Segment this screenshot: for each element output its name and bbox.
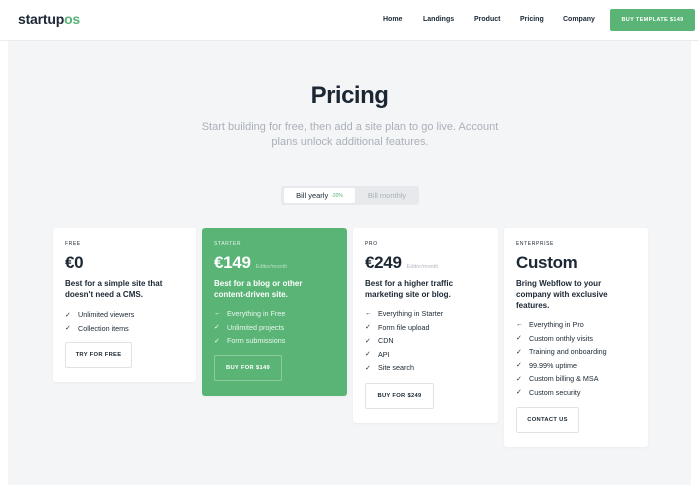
- buy-starter-button[interactable]: BUY FOR $149: [214, 355, 282, 381]
- nav-link-product[interactable]: Product: [474, 16, 500, 23]
- plan-card-pro: PRO €249 Editor/month Best for a higher …: [353, 228, 498, 423]
- feature-text: Collection items: [78, 323, 129, 333]
- check-icon: ✓: [65, 325, 71, 333]
- check-icon: ✓: [214, 324, 220, 332]
- arrow-left-icon: ←: [214, 310, 221, 318]
- plan-price: €249: [365, 253, 402, 272]
- check-icon: ✓: [214, 337, 220, 345]
- feature-item: ✓ Site search: [365, 361, 443, 375]
- feature-item: ← Everything in Pro: [516, 318, 607, 332]
- feature-text: CDN: [378, 336, 394, 346]
- page-subtitle: Start building for free, then add a site…: [201, 121, 499, 148]
- contact-us-button[interactable]: CONTACT US: [516, 407, 579, 433]
- feature-list: ← Everything in Starter ✓ Form file upload…: [365, 307, 443, 375]
- feature-text: Custom onthly visits: [529, 333, 593, 343]
- check-icon: ✓: [516, 348, 522, 356]
- feature-text: Everything in Starter: [378, 309, 444, 319]
- price-row: €149 Editor/month: [214, 253, 287, 273]
- feature-item: ✓ API: [365, 348, 443, 362]
- plan-description: Best for a higher traffic marketing site…: [365, 279, 454, 299]
- feature-list: ✓ Unlimited viewers ✓ Collection items: [65, 308, 134, 335]
- logo-main-text: startup: [18, 11, 65, 27]
- logo-accent-text: os: [64, 11, 81, 27]
- feature-text: 99.99% uptime: [529, 360, 577, 370]
- feature-text: Unlimited viewers: [78, 310, 135, 320]
- bill-monthly-option[interactable]: Bill monthly: [361, 188, 413, 203]
- check-icon: ✓: [365, 337, 371, 345]
- check-icon: ✓: [516, 389, 522, 397]
- feature-item: ✓ Custom billing & MSA: [516, 372, 607, 386]
- check-icon: ✓: [516, 362, 522, 370]
- feature-text: API: [378, 349, 390, 359]
- price-unit: Editor/month: [255, 264, 288, 270]
- billing-toggle: Bill yearly -20% Bill monthly: [281, 186, 419, 205]
- feature-item: ✓ 99.99% uptime: [516, 359, 607, 373]
- plan-tier: PRO: [365, 241, 378, 247]
- plan-price: Custom: [516, 253, 578, 272]
- feature-item: ✓ Custom onthly visits: [516, 332, 607, 346]
- price-row: Custom: [516, 253, 578, 273]
- page-title: Pricing: [310, 82, 389, 109]
- bill-yearly-label: Bill yearly: [296, 191, 329, 200]
- nav-link-company[interactable]: Company: [563, 16, 595, 23]
- feature-item: ✓ Unlimited projects: [214, 321, 285, 335]
- logo[interactable]: startupos: [18, 11, 80, 27]
- feature-item: ✓ Training and onboarding: [516, 345, 607, 359]
- feature-item: ✓ CDN: [365, 334, 443, 348]
- arrow-left-icon: ←: [516, 321, 523, 329]
- feature-item: ✓ Unlimited viewers: [65, 308, 134, 322]
- discount-badge: -20%: [331, 192, 343, 199]
- feature-list: ← Everything in Free ✓ Unlimited projects …: [214, 307, 285, 348]
- feature-list: ← Everything in Pro ✓ Custom onthly visits…: [516, 318, 607, 399]
- bill-yearly-option[interactable]: Bill yearly -20%: [284, 188, 355, 203]
- plan-card-starter: STARTER €149 Editor/month Best for a blo…: [202, 228, 347, 396]
- nav-link-pricing[interactable]: Pricing: [520, 16, 544, 23]
- plan-description: Best for a simple site that doesn't need…: [65, 279, 163, 299]
- feature-text: Everything in Free: [227, 309, 286, 319]
- price-row: €249 Editor/month: [365, 253, 438, 273]
- check-icon: ✓: [516, 335, 522, 343]
- plan-card-enterprise: ENTERPRISE Custom Bring Webflow to your …: [504, 228, 648, 447]
- feature-text: Unlimited projects: [227, 322, 285, 332]
- feature-text: Form submissions: [227, 336, 286, 346]
- feature-text: Site search: [378, 363, 414, 373]
- plan-price: €149: [214, 253, 251, 272]
- feature-text: Form file upload: [378, 322, 430, 332]
- feature-item: ← Everything in Starter: [365, 307, 443, 321]
- buy-pro-button[interactable]: BUY FOR $249: [365, 383, 434, 409]
- price-unit: Editor/month: [406, 264, 439, 270]
- buy-template-button[interactable]: BUY TEMPLATE $149: [610, 9, 695, 31]
- top-navbar: startupos Home Landings Product Pricing …: [0, 0, 699, 41]
- plan-card-free: FREE €0 Best for a simple site that does…: [53, 228, 196, 382]
- feature-item: ✓ Collection items: [65, 322, 134, 336]
- feature-text: Training and onboarding: [529, 347, 607, 357]
- check-icon: ✓: [516, 375, 522, 383]
- check-icon: ✓: [365, 351, 371, 359]
- plan-tier: ENTERPRISE: [516, 241, 554, 247]
- feature-text: Custom billing & MSA: [529, 374, 599, 384]
- arrow-left-icon: ←: [365, 310, 372, 318]
- plan-description: Best for a blog or other content-driven …: [214, 279, 303, 299]
- feature-item: ← Everything in Free: [214, 307, 285, 321]
- nav-link-home[interactable]: Home: [383, 16, 402, 23]
- price-row: €0: [65, 253, 84, 273]
- feature-item: ✓ Custom security: [516, 386, 607, 400]
- plan-tier: STARTER: [214, 241, 242, 247]
- nav-link-landings[interactable]: Landings: [423, 16, 454, 23]
- plan-description: Bring Webflow to your company with exclu…: [516, 279, 608, 310]
- check-icon: ✓: [65, 311, 71, 319]
- check-icon: ✓: [365, 364, 371, 372]
- feature-text: Custom security: [529, 387, 581, 397]
- plan-tier: FREE: [65, 241, 81, 247]
- plan-price: €0: [65, 253, 84, 272]
- feature-item: ✓ Form submissions: [214, 334, 285, 348]
- check-icon: ✓: [365, 324, 371, 332]
- try-for-free-button[interactable]: TRY FOR FREE: [65, 342, 132, 368]
- feature-text: Everything in Pro: [529, 320, 584, 330]
- feature-item: ✓ Form file upload: [365, 321, 443, 335]
